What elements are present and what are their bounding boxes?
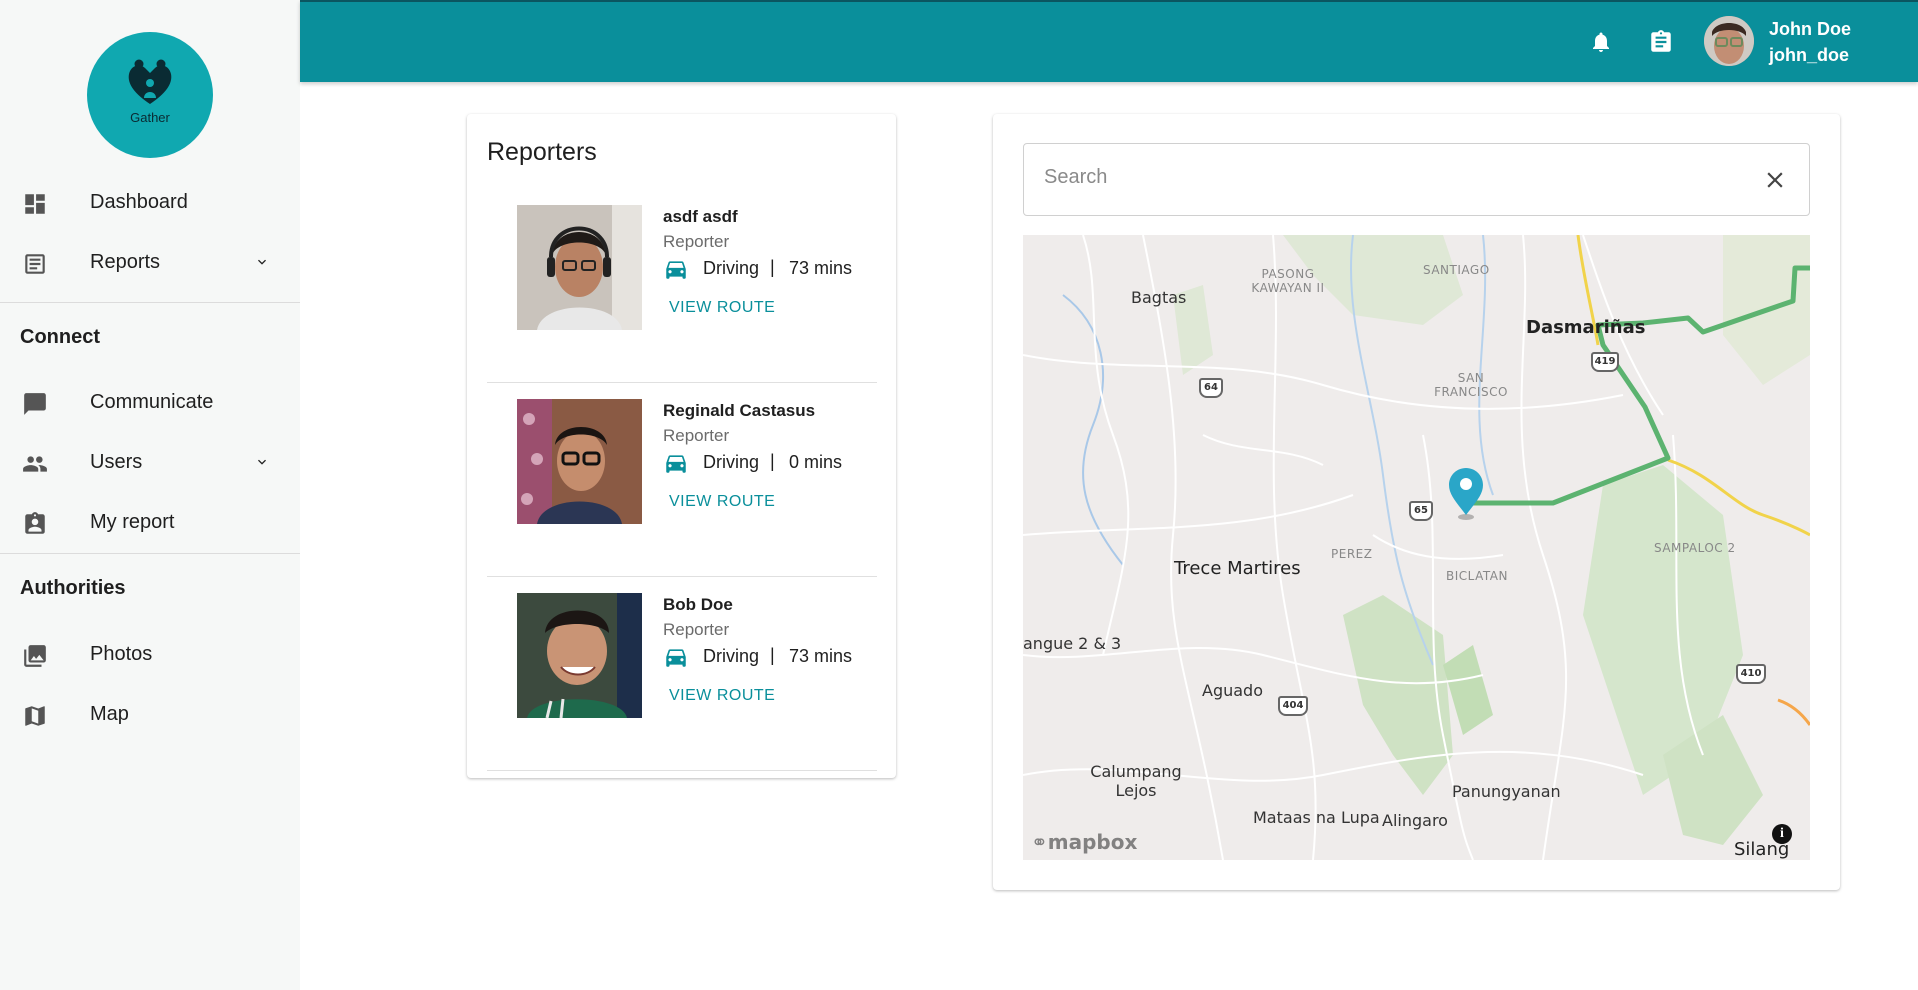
- reporter-role: Reporter: [663, 232, 730, 251]
- sidebar-item-label: Photos: [90, 642, 153, 665]
- route-shield: 65: [1409, 501, 1433, 521]
- reporter-role: Reporter: [663, 620, 730, 639]
- avatar[interactable]: [1704, 16, 1754, 66]
- travel-mode: Driving: [703, 452, 760, 472]
- sidebar-item-communicate[interactable]: Communicate: [0, 374, 300, 430]
- app-logo[interactable]: Gather: [87, 32, 213, 158]
- dashboard-icon: [25, 194, 45, 214]
- mapbox-logo[interactable]: ⚭mapbox: [1031, 830, 1137, 854]
- route-shield: 64: [1199, 378, 1223, 398]
- sidebar-item-label: Users: [90, 450, 143, 473]
- users-icon: [23, 456, 47, 472]
- sidebar-item-map[interactable]: Map: [0, 686, 300, 742]
- reporter-item: Bob Doe Reporter Driving | 73 mins VIEW …: [487, 577, 877, 771]
- map-label: Bagtas: [1131, 288, 1187, 307]
- travel-mode: Driving: [703, 646, 760, 666]
- close-icon[interactable]: [1762, 167, 1788, 193]
- user-name: John Doe: [1769, 19, 1852, 39]
- sidebar-item-reports[interactable]: Reports: [0, 234, 300, 290]
- travel-time: 73 mins: [789, 646, 853, 666]
- car-icon: [666, 455, 686, 473]
- chevron-down-icon[interactable]: [252, 454, 272, 470]
- route-shield: 419: [1591, 352, 1619, 372]
- car-icon: [666, 261, 686, 279]
- sidebar-item-label: Communicate: [90, 390, 214, 413]
- mapbox-icon: ⚭: [1031, 830, 1048, 854]
- sidebar: Gather Dashboard Reports Connect Communi…: [0, 0, 300, 990]
- travel-time: 73 mins: [789, 258, 853, 278]
- sidebar-item-users[interactable]: Users: [0, 434, 300, 490]
- separator: |: [770, 645, 775, 665]
- reporter-name: Reginald Castasus: [663, 401, 816, 420]
- card-title: Reporters: [487, 138, 597, 166]
- map-card: Bagtas PASONG KAWAYAN II SANTIAGO Dasmar…: [993, 114, 1840, 890]
- map-label: Trece Martires: [1174, 558, 1301, 579]
- reporter-item: asdf asdf Reporter Driving | 73 mins VIE…: [487, 189, 877, 383]
- chat-icon: [24, 393, 46, 415]
- map-label: SAN FRANCISCO: [1434, 371, 1508, 399]
- section-title-authorities: Authorities: [20, 577, 126, 599]
- view-route-button[interactable]: VIEW ROUTE: [669, 687, 775, 705]
- logo-text: Gather: [130, 110, 170, 125]
- bell-icon[interactable]: [1589, 28, 1613, 56]
- map-label: Calumpang Lejos: [1090, 762, 1182, 800]
- map-label: Alingaro: [1382, 811, 1448, 830]
- reporter-name: asdf asdf: [663, 207, 738, 226]
- reporter-name: Bob Doe: [663, 595, 733, 614]
- sidebar-item-dashboard[interactable]: Dashboard: [0, 174, 300, 230]
- reporter-photo: [517, 593, 642, 718]
- reports-icon: [25, 254, 45, 274]
- travel-mode: Driving: [703, 258, 760, 278]
- list-divider: [487, 770, 877, 771]
- top-app-bar: John Doe john_doe: [300, 0, 1918, 82]
- search-input[interactable]: [1044, 166, 1724, 189]
- sidebar-item-label: Dashboard: [90, 190, 188, 213]
- user-photo: [1704, 16, 1754, 66]
- separator: |: [770, 451, 775, 471]
- reporter-item: Reginald Castasus Reporter Driving | 0 m…: [487, 383, 877, 577]
- family-heart-icon: [128, 59, 172, 104]
- separator: |: [770, 257, 775, 277]
- sidebar-item-label: My report: [90, 510, 175, 533]
- map-label: PEREZ: [1331, 547, 1373, 561]
- map-label: SANTIAGO: [1423, 263, 1490, 277]
- section-title-connect: Connect: [20, 326, 100, 348]
- map-label: Aguado: [1202, 681, 1263, 700]
- travel-time: 0 mins: [789, 452, 843, 472]
- map-label: angue 2 & 3: [1023, 634, 1122, 653]
- sidebar-item-my-report[interactable]: My report: [0, 494, 300, 550]
- map-label: Panungyanan: [1452, 782, 1561, 801]
- route-shield: 404: [1278, 696, 1308, 716]
- map-label: SAMPALOC 2: [1654, 541, 1736, 555]
- badge-icon: [25, 512, 45, 534]
- clipboard-icon[interactable]: [1648, 28, 1674, 56]
- sidebar-divider: [0, 302, 300, 303]
- info-icon[interactable]: i: [1772, 824, 1792, 844]
- map-icon: [25, 706, 45, 726]
- map-label: Dasmariñas: [1526, 317, 1646, 338]
- reporter-role: Reporter: [663, 426, 730, 445]
- user-handle: john_doe: [1769, 45, 1849, 65]
- car-icon: [666, 649, 686, 667]
- view-route-button[interactable]: VIEW ROUTE: [669, 299, 775, 317]
- sidebar-divider: [0, 553, 300, 554]
- map-label: PASONG KAWAYAN II: [1251, 267, 1325, 295]
- sidebar-item-label: Map: [90, 702, 129, 725]
- sidebar-item-photos[interactable]: Photos: [0, 626, 300, 682]
- map-label: Mataas na Lupa: [1253, 808, 1380, 827]
- photos-icon: [24, 645, 46, 667]
- sidebar-item-label: Reports: [90, 250, 161, 273]
- chevron-down-icon[interactable]: [252, 254, 272, 270]
- reporters-card: Reporters asdf asdf Reporter Driving | 7…: [467, 114, 896, 778]
- search-box: [1023, 143, 1810, 216]
- map-view[interactable]: Bagtas PASONG KAWAYAN II SANTIAGO Dasmar…: [1023, 235, 1810, 860]
- reporter-photo: [517, 399, 642, 524]
- view-route-button[interactable]: VIEW ROUTE: [669, 493, 775, 511]
- reporter-photo: [517, 205, 642, 330]
- mapbox-wordmark: mapbox: [1047, 830, 1138, 854]
- route-shield: 410: [1736, 664, 1766, 684]
- map-label: BICLATAN: [1446, 569, 1508, 583]
